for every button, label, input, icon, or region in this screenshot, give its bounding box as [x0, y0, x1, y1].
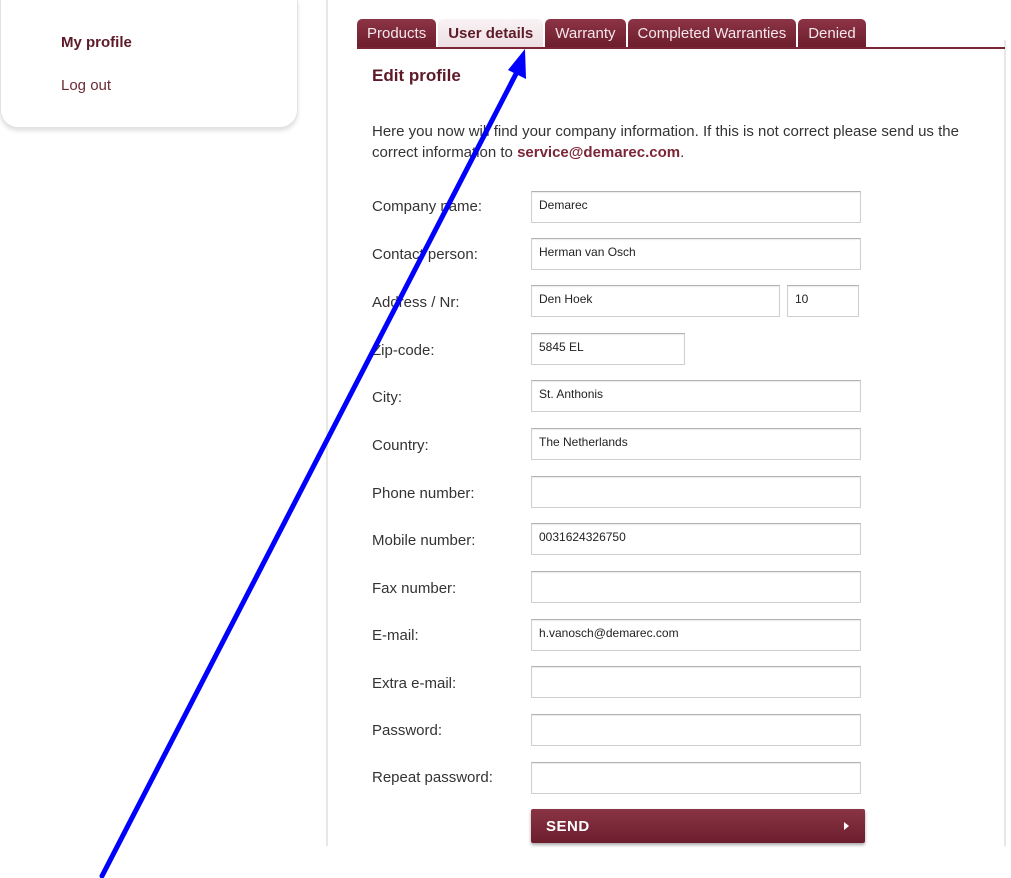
- annotation-arrow-shaft: [99, 67, 521, 878]
- country-label: Country:: [372, 437, 429, 454]
- triangle-right-icon: [844, 822, 849, 830]
- fax-number-label: Fax number:: [372, 580, 457, 597]
- sidebar-item-log-out[interactable]: Log out: [61, 77, 111, 94]
- sidebar-item-my-profile[interactable]: My profile: [61, 34, 132, 51]
- city-label: City:: [372, 389, 402, 406]
- page-title: Edit profile: [372, 66, 461, 85]
- tab-underline: [357, 47, 1005, 49]
- tab-denied[interactable]: Denied: [798, 19, 866, 48]
- country-input[interactable]: The Netherlands: [531, 428, 861, 460]
- address-street-input[interactable]: Den Hoek: [531, 285, 780, 317]
- intro-text-end: .: [680, 144, 685, 161]
- sidebar-panel: My profile Log out: [0, 0, 298, 128]
- mobile-number-label: Mobile number:: [372, 532, 476, 549]
- service-email-link[interactable]: service@demarec.com: [517, 144, 680, 161]
- tab-warranty[interactable]: Warranty: [545, 19, 626, 48]
- address-label: Address / Nr:: [372, 294, 460, 311]
- company-name-input[interactable]: Demarec: [531, 191, 861, 223]
- contact-person-input[interactable]: Herman van Osch: [531, 238, 861, 270]
- extra-email-label: Extra e-mail:: [372, 675, 457, 692]
- tab-products[interactable]: Products: [357, 19, 437, 48]
- content-left-border: [326, 0, 328, 846]
- password-input[interactable]: [531, 714, 861, 746]
- contact-person-label: Contact person:: [372, 246, 478, 263]
- repeat-password-input[interactable]: [531, 762, 861, 794]
- phone-number-label: Phone number:: [372, 485, 475, 502]
- tab-user-details[interactable]: User details: [438, 19, 544, 48]
- send-button[interactable]: SEND: [531, 809, 865, 843]
- zip-code-label: Zip-code:: [372, 342, 435, 359]
- tab-bar: Products User details Warranty Completed…: [357, 19, 868, 48]
- mobile-number-input[interactable]: 0031624326750: [531, 523, 861, 555]
- company-name-label: Company name:: [372, 198, 483, 215]
- content-right-border: [1004, 40, 1006, 846]
- email-label: E-mail:: [372, 627, 419, 644]
- address-number-input[interactable]: 10: [787, 285, 859, 317]
- password-label: Password:: [372, 722, 443, 739]
- city-input[interactable]: St. Anthonis: [531, 380, 861, 412]
- fax-number-input[interactable]: [531, 571, 861, 603]
- intro-text: Here you now will find your company info…: [372, 121, 997, 163]
- phone-number-input[interactable]: [531, 476, 861, 508]
- tab-completed-warranties[interactable]: Completed Warranties: [627, 19, 797, 48]
- zip-code-input[interactable]: 5845 EL: [531, 333, 685, 365]
- email-input[interactable]: h.vanosch@demarec.com: [531, 619, 861, 651]
- annotation-arrow-head: [508, 49, 526, 79]
- send-button-label: SEND: [546, 817, 590, 835]
- repeat-password-label: Repeat password:: [372, 769, 493, 786]
- extra-email-input[interactable]: [531, 666, 861, 698]
